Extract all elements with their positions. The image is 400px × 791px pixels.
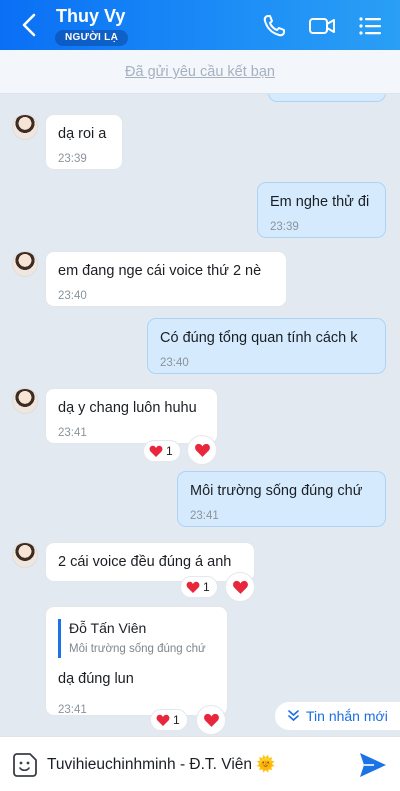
heart-icon xyxy=(232,580,248,594)
contact-avatar[interactable] xyxy=(12,388,38,414)
message-text: em đang nge cái voice thứ 2 nè xyxy=(58,263,262,279)
double-chevron-down-icon xyxy=(288,710,299,722)
reaction-count: 1 xyxy=(166,444,173,458)
heart-icon xyxy=(156,714,170,726)
send-icon[interactable] xyxy=(358,751,388,779)
contact-avatar[interactable] xyxy=(12,251,38,277)
message-text: dạ đúng lun xyxy=(58,671,134,687)
message-text: dạ y chang luôn huhu xyxy=(58,400,197,416)
contact-name[interactable]: Thuy Vy xyxy=(56,6,125,27)
message-time: 23:39 xyxy=(270,221,299,233)
heart-icon xyxy=(203,713,219,727)
message-text: Có đúng tổng quan tính cách k xyxy=(160,330,358,346)
heart-icon xyxy=(149,445,163,457)
previous-message-bubble[interactable] xyxy=(268,94,386,102)
heart-icon xyxy=(186,581,200,593)
reaction-count: 1 xyxy=(173,713,180,727)
message-text: dạ roi a xyxy=(58,126,107,142)
message-time: 23:40 xyxy=(160,357,189,369)
incoming-message[interactable]: dạ y chang luôn huhu 23:41 xyxy=(45,388,218,444)
message-time: 23:39 xyxy=(58,153,87,165)
outgoing-message[interactable]: Môi trường sống đúng chứ 23:41 xyxy=(177,471,386,527)
incoming-message[interactable]: 2 cái voice đều đúng á anh xyxy=(45,542,255,582)
message-text: Môi trường sống đúng chứ xyxy=(190,483,363,499)
quoted-text: Môi trường sống đúng chứ xyxy=(69,643,206,655)
outgoing-message[interactable]: Có đúng tổng quan tính cách k 23:40 xyxy=(147,318,386,374)
reaction-summary[interactable]: 1 xyxy=(143,440,181,462)
message-time: 23:41 xyxy=(58,427,87,439)
stranger-badge: NGƯỜI LẠ xyxy=(55,30,129,46)
heart-icon xyxy=(194,443,210,457)
reaction-count: 1 xyxy=(203,580,210,594)
contact-avatar[interactable] xyxy=(12,542,38,568)
new-messages-label: Tin nhắn mới xyxy=(306,708,388,724)
react-heart-button[interactable] xyxy=(225,572,255,602)
friend-request-sent-link[interactable]: Đã gửi yêu cầu kết bạn xyxy=(0,50,400,94)
quoted-sender-name: Đỗ Tấn Viên xyxy=(69,620,147,636)
chat-header: Thuy Vy NGƯỜI LẠ xyxy=(0,0,400,50)
quoted-message[interactable]: Đỗ Tấn Viên Môi trường sống đúng chứ xyxy=(58,619,215,658)
reaction-summary[interactable]: 1 xyxy=(180,576,218,598)
message-time: 23:40 xyxy=(58,290,87,302)
message-text: 2 cái voice đều đúng á anh xyxy=(58,554,232,570)
message-input[interactable]: Tuvihieuchinhminh - Đ.T. Viên 🌞 xyxy=(47,755,276,774)
incoming-message[interactable]: em đang nge cái voice thứ 2 nè 23:40 xyxy=(45,251,287,307)
contact-avatar[interactable] xyxy=(12,114,38,140)
new-messages-button[interactable]: Tin nhắn mới xyxy=(275,702,400,730)
video-call-icon[interactable] xyxy=(307,12,337,40)
outgoing-message[interactable]: Em nghe thử đi 23:39 xyxy=(257,182,386,238)
phone-call-icon[interactable] xyxy=(260,12,288,40)
incoming-message[interactable]: dạ roi a 23:39 xyxy=(45,114,123,170)
react-heart-button[interactable] xyxy=(196,705,226,735)
message-text: Em nghe thử đi xyxy=(270,194,370,210)
menu-list-icon[interactable] xyxy=(356,12,384,40)
message-composer: Tuvihieuchinhminh - Đ.T. Viên 🌞 xyxy=(0,736,400,791)
back-arrow-icon[interactable] xyxy=(18,12,42,38)
reaction-summary[interactable]: 1 xyxy=(150,709,188,731)
message-time: 23:41 xyxy=(190,510,219,522)
sticker-emoji-icon[interactable] xyxy=(12,752,38,778)
incoming-reply-message[interactable]: Đỗ Tấn Viên Môi trường sống đúng chứ dạ … xyxy=(45,606,228,716)
message-list[interactable]: dạ roi a 23:39 Em nghe thử đi 23:39 em đ… xyxy=(0,94,400,735)
react-heart-button[interactable] xyxy=(187,435,217,465)
message-time: 23:41 xyxy=(58,704,87,716)
